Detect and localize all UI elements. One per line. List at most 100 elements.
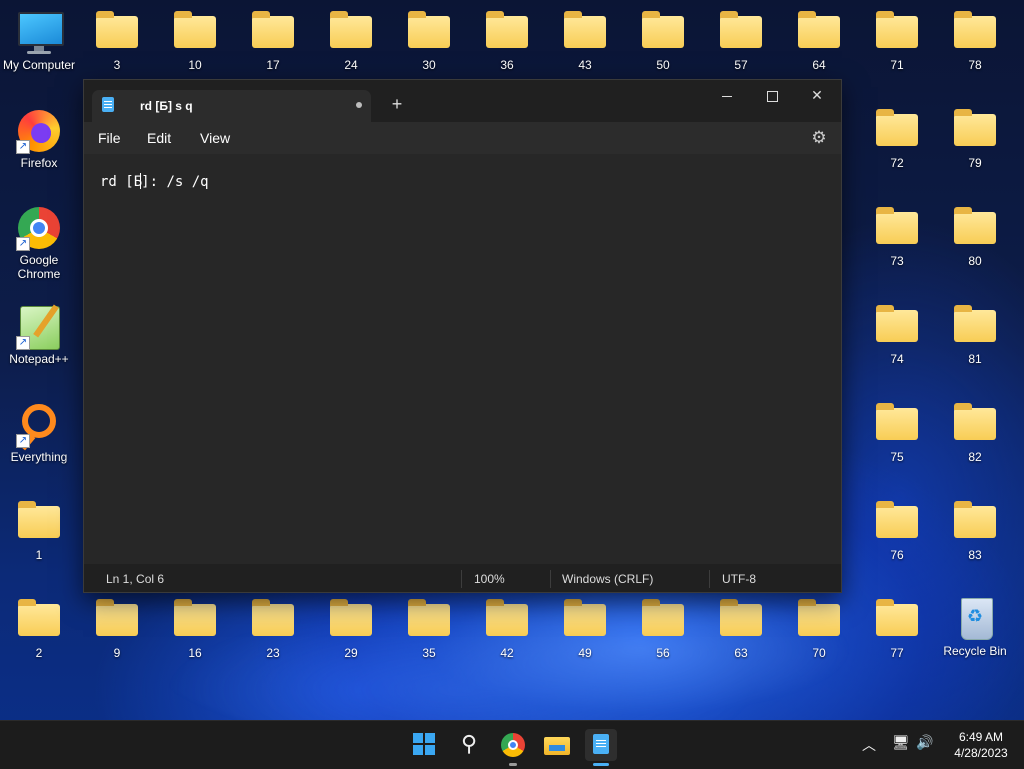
desktop-folder-81[interactable]: 81 [936,304,1014,366]
folder-label: 30 [422,58,436,72]
close-icon: ✕ [811,87,823,103]
desktop-folder-29[interactable]: 29 [312,598,390,660]
folder-icon [172,10,218,56]
desktop-folder-82[interactable]: 82 [936,402,1014,464]
desktop-folder-56[interactable]: 56 [624,598,702,660]
folder-icon [172,598,218,644]
volume-icon[interactable]: 🔊 [916,734,933,751]
desktop-folder-79[interactable]: 79 [936,108,1014,170]
desktop-folder-16[interactable]: 16 [156,598,234,660]
taskbar-chrome-button[interactable] [497,729,529,761]
folder-icon [328,10,374,56]
chrome-icon: ↗ [16,205,62,251]
firefox-icon: ↗ [16,108,62,154]
desktop-folder-57[interactable]: 57 [702,10,780,72]
taskbar-notepad-button[interactable] [585,729,617,761]
desktop-icon-label: Google Chrome [17,253,61,281]
desktop-icon-notepad-plus-plus[interactable]: ↗ Notepad++ [0,304,78,366]
start-button[interactable] [409,729,441,761]
folder-label: 70 [812,646,826,660]
folder-label: 23 [266,646,280,660]
desktop-folder-70[interactable]: 70 [780,598,858,660]
close-button[interactable]: ✕ [794,80,840,110]
desktop-folder-76[interactable]: 76 [858,500,936,562]
folder-label: 75 [890,450,904,464]
desktop-icon-everything[interactable]: ↗ Everything [0,402,78,464]
desktop-folder-74[interactable]: 74 [858,304,936,366]
windows-logo-icon [413,733,423,743]
desktop-folder-80[interactable]: 80 [936,206,1014,268]
desktop-folder-10[interactable]: 10 [156,10,234,72]
desktop-folder-71[interactable]: 71 [858,10,936,72]
minimize-button[interactable] [704,80,750,110]
folder-label: 71 [890,58,904,72]
desktop-icon-google-chrome[interactable]: ↗ Google Chrome [0,205,78,281]
clock[interactable]: 6:49 AM 4/28/2023 [942,729,1020,761]
desktop-folder-73[interactable]: 73 [858,206,936,268]
folder-icon [94,598,140,644]
desktop-icon-firefox[interactable]: ↗ Firefox [0,108,78,170]
desktop-icon-my-computer[interactable]: My Computer [0,10,78,72]
desktop-folder-77[interactable]: 77 [858,598,936,660]
folder-icon [874,10,920,56]
desktop-folder-36[interactable]: 36 [468,10,546,72]
show-hidden-icons-chevron-up-icon[interactable]: ︿ [862,735,876,755]
desktop-folder-72[interactable]: 72 [858,108,936,170]
desktop-folder-30[interactable]: 30 [390,10,468,72]
unsaved-dot-icon[interactable] [356,102,362,108]
folder-icon [640,10,686,56]
folder-label: 29 [344,646,358,660]
editor-content: rd [Б]: /s /q [100,173,209,190]
menu-file[interactable]: File [98,130,121,146]
tab-document[interactable]: rd [Б] s q [92,90,371,122]
text-editor[interactable]: rd [Б]: /s /q [84,154,841,564]
folder-label: 79 [968,156,982,170]
desktop-folder-75[interactable]: 75 [858,402,936,464]
desktop-folder-1[interactable]: 1 [0,500,78,562]
folder-icon [874,402,920,448]
status-cursor-position[interactable]: Ln 1, Col 6 [106,572,164,586]
desktop-folder-3[interactable]: 3 [78,10,156,72]
title-bar[interactable]: rd [Б] s q + ✕ [84,80,841,122]
desktop-folder-78[interactable]: 78 [936,10,1014,72]
desktop-folder-63[interactable]: 63 [702,598,780,660]
folder-icon [640,598,686,644]
desktop-icon-label: My Computer [2,58,76,72]
desktop-icon-recycle-bin[interactable]: Recycle Bin [936,596,1014,658]
desktop-folder-9[interactable]: 9 [78,598,156,660]
folder-label: 10 [188,58,202,72]
new-tab-button[interactable]: + [384,93,410,117]
menu-view[interactable]: View [200,130,230,146]
menu-edit[interactable]: Edit [147,130,171,146]
search-icon: ⚲ [460,731,478,756]
desktop-folder-24[interactable]: 24 [312,10,390,72]
folder-label: 43 [578,58,592,72]
network-icon[interactable]: 🖥 [892,734,910,751]
folder-icon [718,598,764,644]
folder-label: 64 [812,58,826,72]
folder-label: 17 [266,58,280,72]
settings-gear-icon[interactable]: ⚙ [808,127,830,149]
chrome-icon [501,733,525,757]
folder-icon [952,402,998,448]
folder-label: 73 [890,254,904,268]
maximize-button[interactable] [749,80,795,110]
desktop-folder-23[interactable]: 23 [234,598,312,660]
desktop-folder-17[interactable]: 17 [234,10,312,72]
desktop-folder-50[interactable]: 50 [624,10,702,72]
status-divider [709,570,710,588]
taskbar-file-explorer-button[interactable] [541,729,573,761]
folder-label: 2 [35,646,43,660]
desktop-folder-35[interactable]: 35 [390,598,468,660]
desktop-folder-64[interactable]: 64 [780,10,858,72]
folder-icon [94,10,140,56]
status-line-ending[interactable]: Windows (CRLF) [562,572,653,586]
status-zoom[interactable]: 100% [474,572,505,586]
desktop-folder-2[interactable]: 2 [0,598,78,660]
desktop-folder-43[interactable]: 43 [546,10,624,72]
status-encoding[interactable]: UTF-8 [722,572,756,586]
desktop-folder-83[interactable]: 83 [936,500,1014,562]
taskbar-search-button[interactable]: ⚲ [453,729,485,761]
desktop-folder-42[interactable]: 42 [468,598,546,660]
desktop-folder-49[interactable]: 49 [546,598,624,660]
